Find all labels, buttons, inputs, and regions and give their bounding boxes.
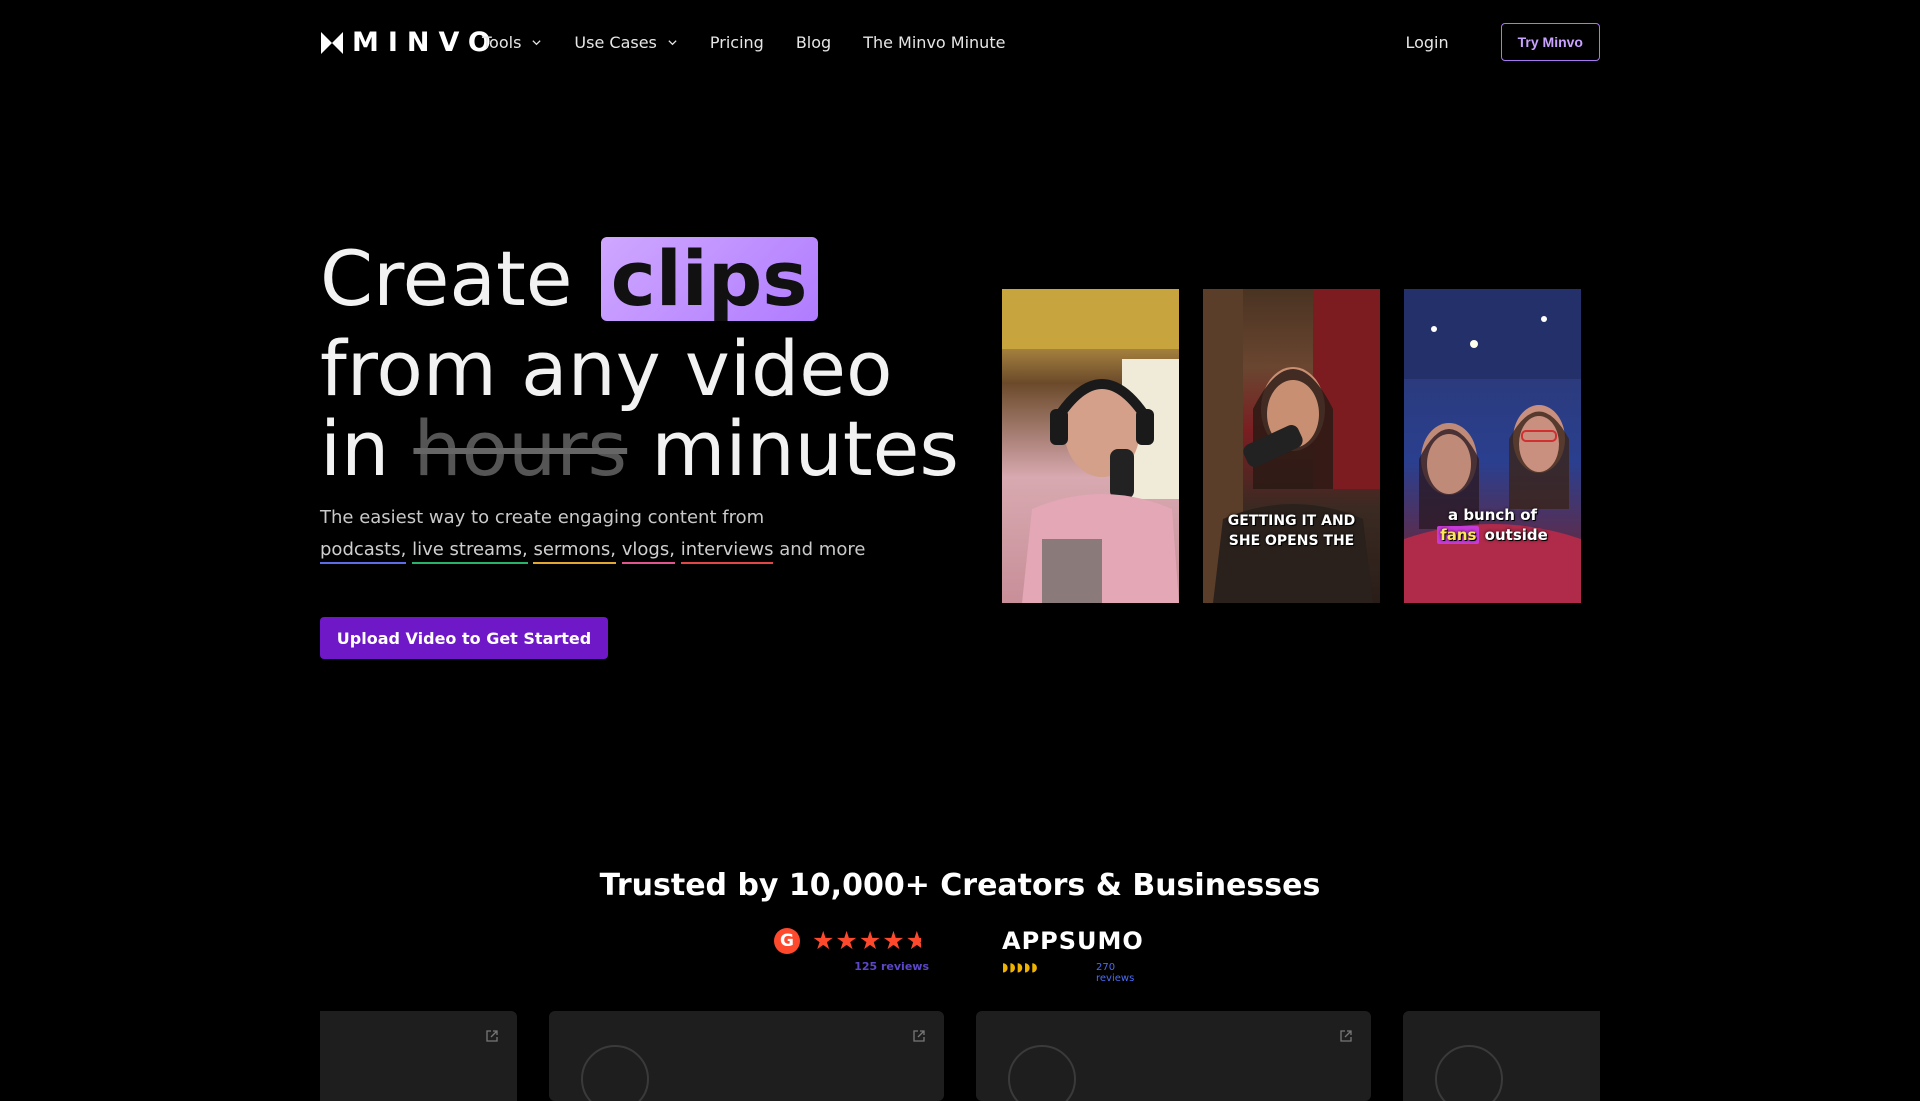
- tag-vlogs[interactable]: vlogs,: [621, 539, 675, 564]
- testimonial-card[interactable]: [976, 1011, 1371, 1101]
- nav-item-label: Pricing: [709, 33, 764, 52]
- caption-line: GETTING IT AND: [1227, 513, 1356, 529]
- nav-actions: Login Try Minvo: [1405, 23, 1600, 61]
- clip-caption: a bunch of fans outside: [1404, 505, 1581, 545]
- appsumo-rating-badge[interactable]: APPSUMO ◗◗◗◗◗ 270 reviews: [1002, 927, 1152, 984]
- g2-stars-icon: ★★★★★: [812, 926, 921, 955]
- nav-item-label: Tools: [482, 33, 522, 52]
- tag-interviews[interactable]: interviews: [680, 539, 774, 564]
- nav-item-label: Use Cases: [574, 33, 657, 52]
- hero-word-in: in: [320, 404, 390, 493]
- chevron-down-icon: [668, 40, 677, 46]
- clip-preview-podcast-guest[interactable]: GETTING IT AND SHE OPENS THE: [1203, 289, 1380, 603]
- clip-preview-concert-fans[interactable]: a bunch of fans outside: [1404, 289, 1581, 603]
- tag-sermons[interactable]: sermons,: [533, 539, 617, 564]
- hero-word-create: Create: [320, 234, 573, 323]
- top-nav: MINVO Tools Use Cases Pricing Blog The M…: [320, 23, 1600, 63]
- external-link-icon[interactable]: [1339, 1029, 1353, 1043]
- testimonial-card[interactable]: [1403, 1011, 1600, 1101]
- login-link[interactable]: Login: [1405, 33, 1448, 52]
- hero-subtitle: The easiest way to create engaging conte…: [320, 502, 940, 566]
- minvo-logo[interactable]: MINVO: [320, 29, 500, 57]
- clip-thumbnail-image: [1404, 289, 1581, 603]
- g2-rating-badge[interactable]: G ★★★★★ 125 reviews: [774, 928, 929, 976]
- hero-line-1: Create clips: [320, 237, 959, 321]
- tag-live-streams[interactable]: live streams,: [412, 539, 528, 564]
- trust-heading: Trusted by 10,000+ Creators & Businesses: [599, 868, 1321, 903]
- clip-thumbnail-image: [1203, 289, 1380, 603]
- chevron-down-icon: [532, 40, 542, 46]
- minvo-logo-icon: [321, 32, 343, 54]
- nav-links: Tools Use Cases Pricing Blog The Minvo M…: [482, 33, 1037, 52]
- g2-review-count: 125 reviews: [854, 960, 929, 973]
- testimonial-card[interactable]: [320, 1011, 517, 1101]
- g2-logo-icon: G: [774, 928, 800, 954]
- avatar: [581, 1045, 649, 1101]
- caption-highlight: fans: [1437, 526, 1480, 544]
- nav-item-blog[interactable]: Blog: [796, 33, 831, 52]
- nav-item-minvo-minute[interactable]: The Minvo Minute: [863, 33, 1005, 52]
- caption-line: SHE OPENS THE: [1228, 533, 1355, 549]
- hero-word-minutes: minutes: [651, 404, 959, 493]
- nav-item-use-cases[interactable]: Use Cases: [574, 33, 677, 52]
- appsumo-logo: APPSUMO: [1002, 927, 1144, 955]
- appsumo-review-count: 270 reviews: [1096, 962, 1135, 984]
- tag-podcasts[interactable]: podcasts,: [320, 539, 407, 564]
- hero-subtitle-text: The easiest way to create engaging conte…: [320, 507, 765, 528]
- caption-line: a bunch of: [1447, 506, 1538, 524]
- nav-item-pricing[interactable]: Pricing: [710, 33, 764, 52]
- logo-wordmark: MINVO: [352, 27, 500, 58]
- external-link-icon[interactable]: [912, 1029, 926, 1043]
- nav-item-label: The Minvo Minute: [863, 33, 1006, 52]
- nav-item-label: Blog: [795, 33, 832, 52]
- clip-preview-podcast-host[interactable]: [1002, 289, 1179, 603]
- clip-thumbnail-image: [1002, 289, 1179, 603]
- external-link-icon[interactable]: [485, 1029, 499, 1043]
- hero-word-clips-highlight: clips: [600, 237, 818, 321]
- caption-line: outside: [1484, 526, 1548, 544]
- nav-item-tools[interactable]: Tools: [482, 33, 542, 52]
- hero-line-2: from any video: [320, 324, 893, 413]
- avatar: [1008, 1045, 1076, 1101]
- upload-video-button[interactable]: Upload Video to Get Started: [320, 617, 608, 659]
- hero-title: Create clips from any video in hours min…: [320, 237, 959, 489]
- hero-word-hours-strikethrough: hours: [413, 404, 628, 493]
- try-minvo-button[interactable]: Try Minvo: [1500, 23, 1600, 61]
- testimonial-card[interactable]: [549, 1011, 944, 1101]
- avatar: [1435, 1045, 1503, 1101]
- tags-suffix: and more: [779, 539, 866, 560]
- taco-rating-icon: ◗◗◗◗◗: [1002, 960, 1039, 974]
- hero-line-3: in hours minutes: [320, 409, 959, 489]
- clip-caption: GETTING IT AND SHE OPENS THE: [1203, 511, 1380, 551]
